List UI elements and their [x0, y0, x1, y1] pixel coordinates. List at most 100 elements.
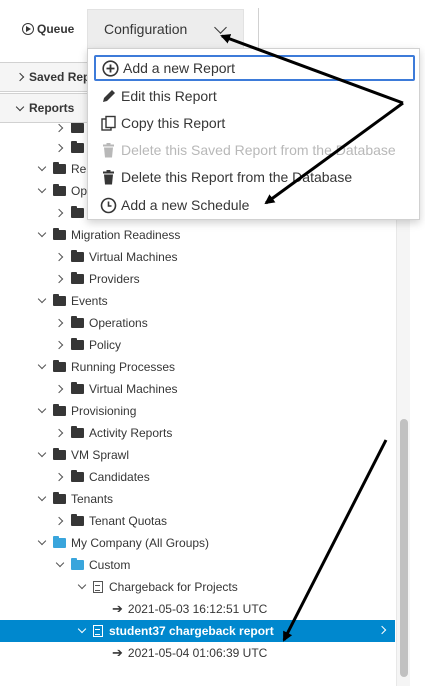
- chevron-down-icon[interactable]: [37, 450, 47, 460]
- menu-item-delete-this-report-from-the-database[interactable]: Delete this Report from the Database: [94, 164, 415, 190]
- chevron-down-icon[interactable]: [37, 230, 47, 240]
- chevron-right-icon[interactable]: [55, 123, 65, 133]
- chevron-down-icon[interactable]: [37, 296, 47, 306]
- chevron-right-icon[interactable]: [55, 208, 65, 218]
- toolbar-divider: [258, 8, 259, 48]
- pencil-icon: [99, 87, 118, 106]
- menu-item-edit-this-report[interactable]: Edit this Report: [94, 83, 415, 109]
- configuration-button[interactable]: Configuration: [87, 9, 244, 49]
- tree-node[interactable]: Virtual Machines: [0, 246, 395, 268]
- tree-node-label: Activity Reports: [89, 426, 173, 440]
- configuration-label: Configuration: [104, 21, 188, 37]
- folder-icon: [71, 272, 84, 284]
- tree-node-label: Candidates: [89, 470, 150, 484]
- chevron-down-icon[interactable]: [37, 164, 47, 174]
- tree-node[interactable]: Chargeback for Projects: [0, 576, 395, 598]
- chevron-down-icon[interactable]: [77, 582, 87, 592]
- accordion-label: Saved Rep: [29, 70, 91, 84]
- tree-node-label: Policy: [89, 338, 122, 352]
- folder-icon: [53, 228, 66, 240]
- tree-node[interactable]: Custom: [0, 554, 395, 576]
- chevron-right-icon: [377, 625, 387, 635]
- chevron-down-icon[interactable]: [77, 626, 87, 636]
- folder-icon: [71, 123, 84, 133]
- folder-icon: [53, 360, 66, 372]
- scroll-thumb[interactable]: [400, 419, 408, 677]
- tree-node[interactable]: ➔ 2021-05-03 16:12:51 UTC: [0, 598, 395, 620]
- tree-node[interactable]: Virtual Machines: [0, 378, 395, 400]
- play-circle-icon: [22, 23, 34, 35]
- folder-icon: [53, 404, 66, 416]
- chevron-right-icon[interactable]: [55, 472, 65, 482]
- folder-icon: [71, 250, 84, 262]
- menu-item-copy-this-report[interactable]: Copy this Report: [94, 110, 415, 136]
- chevron-right-icon[interactable]: [55, 143, 65, 153]
- chevron-down-icon[interactable]: [37, 538, 47, 548]
- report-icon: [93, 581, 103, 593]
- chevron-down-icon[interactable]: [55, 560, 65, 570]
- folder-icon: [71, 514, 84, 526]
- tree-node-label: Virtual Machines: [89, 382, 178, 396]
- tree-node[interactable]: Candidates: [0, 466, 395, 488]
- chevron-right-icon[interactable]: [55, 274, 65, 284]
- menu-item-label: Copy this Report: [121, 115, 226, 131]
- tree-node-label: Operations: [89, 316, 148, 330]
- tree-node[interactable]: My Company (All Groups): [0, 532, 395, 554]
- tree-node[interactable]: ➔ 2021-05-04 01:06:39 UTC: [0, 642, 395, 664]
- tree-node[interactable]: VM Sprawl: [0, 444, 395, 466]
- accordion-label: Reports: [29, 101, 75, 115]
- tree-node-label: My Company (All Groups): [71, 536, 210, 550]
- tree-node[interactable]: Policy: [0, 334, 395, 356]
- chevron-down-icon[interactable]: [37, 494, 47, 504]
- chevron-right-icon[interactable]: [55, 516, 65, 526]
- tree-node[interactable]: Tenants: [0, 488, 395, 510]
- arrow-right-icon: ➔: [112, 601, 123, 616]
- chevron-down-icon[interactable]: [37, 186, 47, 196]
- tree-node[interactable]: Tenant Quotas: [0, 510, 395, 532]
- menu-item-add-a-new-report[interactable]: Add a new Report: [94, 55, 415, 81]
- chevron-right-icon[interactable]: [55, 252, 65, 262]
- tree-node-label: Tenants: [71, 492, 114, 506]
- tree-node[interactable]: Providers: [0, 268, 395, 290]
- chevron-right-icon: [15, 72, 25, 82]
- queue-button[interactable]: Queue: [22, 20, 74, 38]
- folder-icon: [71, 316, 84, 328]
- tree-node[interactable]: Migration Readiness: [0, 224, 395, 246]
- menu-item-label: Delete this Saved Report from the Databa…: [121, 142, 396, 158]
- report-icon: [93, 625, 103, 637]
- chevron-down-icon[interactable]: [37, 362, 47, 372]
- tree-node-selected[interactable]: student37 chargeback report: [0, 620, 395, 642]
- folder-icon: [53, 448, 66, 460]
- tree-node-label: VM Sprawl: [71, 448, 130, 462]
- tree-node[interactable]: Activity Reports: [0, 422, 395, 444]
- chevron-down-icon[interactable]: [37, 406, 47, 416]
- tree-node[interactable]: Running Processes: [0, 356, 395, 378]
- folder-icon: [71, 338, 84, 350]
- tree-node-label: Custom: [89, 558, 131, 572]
- folder-icon: [71, 141, 84, 153]
- folder-icon: [53, 492, 66, 504]
- chevron-right-icon[interactable]: [55, 384, 65, 394]
- tree-node[interactable]: Events: [0, 290, 395, 312]
- tree-node[interactable]: Provisioning: [0, 400, 395, 422]
- folder-icon: [53, 162, 66, 174]
- clock-icon: [99, 196, 118, 215]
- chevron-right-icon[interactable]: [55, 318, 65, 328]
- folder-icon: [53, 184, 66, 196]
- chevron-down-icon: [15, 102, 25, 111]
- trash-icon: [99, 168, 118, 187]
- folder-icon: [71, 426, 84, 438]
- copy-icon: [99, 114, 118, 133]
- tree-node-label: Migration Readiness: [71, 228, 181, 242]
- configuration-menu: Add a new Report Edit this Report Copy thi…: [87, 48, 420, 220]
- chevron-right-icon[interactable]: [55, 340, 65, 350]
- folder-icon: [71, 206, 84, 218]
- folder-icon: [53, 294, 66, 306]
- folder-icon: [53, 536, 66, 548]
- trash-icon: [99, 141, 118, 160]
- menu-item-add-a-new-schedule[interactable]: Add a new Schedule: [94, 192, 415, 218]
- tree-node-label: Running Processes: [71, 360, 176, 374]
- menu-item-label: Add a new Schedule: [121, 197, 250, 213]
- tree-node[interactable]: Operations: [0, 312, 395, 334]
- chevron-right-icon[interactable]: [55, 428, 65, 438]
